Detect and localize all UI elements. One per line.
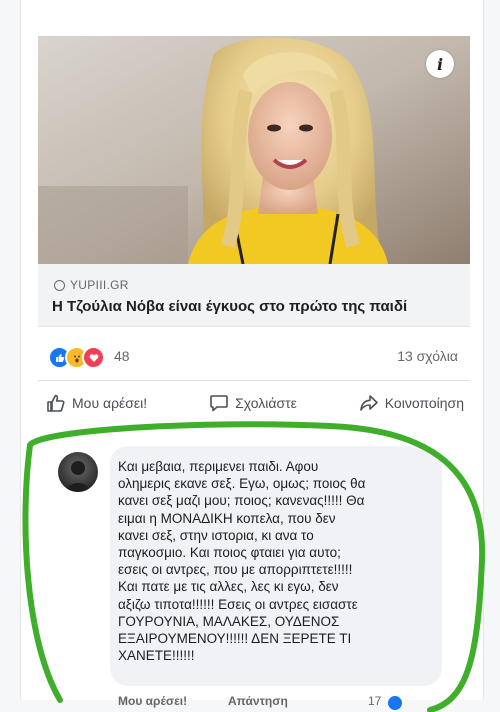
link-preview-meta[interactable]: YUPIII.GR Η Τζούλια Νόβα είναι έγκυος στ… — [38, 264, 470, 327]
link-headline[interactable]: Η Τζούλια Νόβα είναι έγκυος στο πρώτο τη… — [52, 298, 407, 315]
woman-photo — [38, 36, 470, 264]
share-button[interactable]: Κοινοποίηση — [353, 389, 470, 417]
post-action-bar: Μου αρέσει! Σχολιάστε Κοινοποίηση — [40, 388, 470, 418]
source-domain: YUPIII.GR — [70, 278, 129, 292]
comment-button-label: Σχολιάστε — [235, 395, 297, 411]
link-preview-image[interactable]: i — [38, 36, 470, 264]
reaction-count[interactable]: 48 — [114, 348, 130, 364]
like-button-label: Μου αρέσει! — [72, 395, 148, 411]
comment-button[interactable]: Σχολιάστε — [203, 389, 303, 417]
info-icon[interactable]: i — [426, 50, 454, 78]
love-reaction-icon — [82, 346, 105, 369]
reaction-icons[interactable] — [48, 346, 105, 369]
page: i YUPIII.GR Η Τζούλια Νόβα είναι έγκυος … — [0, 0, 500, 712]
like-button[interactable]: Μου αρέσει! — [40, 389, 153, 417]
thumbs-up-icon — [47, 394, 65, 412]
comment-reaction-count[interactable]: 17 — [368, 694, 381, 708]
globe-icon — [54, 279, 65, 291]
divider — [38, 380, 470, 381]
share-icon — [359, 395, 378, 411]
avatar[interactable] — [58, 452, 98, 492]
comment-count[interactable]: 13 σχόλια — [397, 348, 458, 364]
link-source: YUPIII.GR — [54, 278, 129, 292]
reactions-summary[interactable]: 48 13 σχόλια — [48, 346, 464, 369]
like-reaction-icon — [386, 694, 404, 712]
share-button-label: Κοινοποίηση — [384, 395, 464, 411]
comment-reply-button[interactable]: Απάντηση — [228, 694, 288, 708]
comment-like-button[interactable]: Μου αρέσει! — [118, 694, 187, 708]
comment-text: Και μεβαια, περιμενει παιδι. Αφου ολημερ… — [118, 459, 366, 664]
comment-icon — [210, 395, 228, 412]
